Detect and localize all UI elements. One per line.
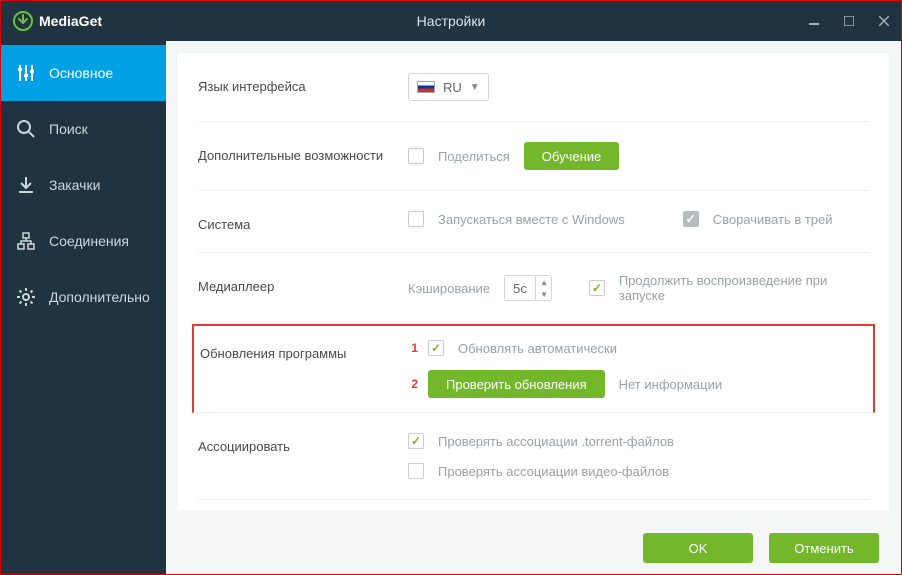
tutorial-button[interactable]: Обучение (524, 142, 619, 170)
sidebar: Основное Поиск Закачки Соединения (1, 41, 166, 574)
section-import: Импортировать из uTorrent (198, 500, 869, 510)
gear-icon (15, 286, 37, 308)
sidebar-item-advanced[interactable]: Дополнительно (1, 269, 166, 325)
ok-button[interactable]: OK (643, 533, 753, 563)
window-controls (796, 1, 901, 41)
content: Язык интерфейса RU ▼ Дополнительные возм… (178, 53, 889, 510)
section-system: Система Запускаться вместе с Windows Сво… (198, 191, 869, 253)
auto-update-checkbox[interactable] (428, 340, 444, 356)
section-extras: Дополнительные возможности Поделиться Об… (198, 122, 869, 191)
network-icon (15, 230, 37, 252)
main: Язык интерфейса RU ▼ Дополнительные возм… (166, 41, 901, 574)
video-assoc-checkbox[interactable] (408, 463, 424, 479)
section-player: Медиаплеер Кэширование ▲ ▼ (198, 253, 869, 324)
sliders-icon (15, 62, 37, 84)
sidebar-item-label: Соединения (49, 233, 129, 249)
sidebar-item-label: Дополнительно (49, 289, 150, 305)
download-icon (15, 174, 37, 196)
app-name: MediaGet (39, 13, 102, 29)
spinner-down-icon[interactable]: ▼ (536, 288, 552, 300)
sidebar-item-search[interactable]: Поиск (1, 101, 166, 157)
section-title: Дополнительные возможности (198, 142, 408, 170)
update-status: Нет информации (619, 377, 723, 392)
footer: OK Отменить (166, 522, 901, 574)
torrent-assoc-label[interactable]: Проверять ассоциации .torrent-файлов (438, 434, 674, 449)
minimize-icon (809, 16, 819, 26)
maximize-button[interactable] (831, 1, 866, 41)
start-with-windows-checkbox[interactable] (408, 211, 424, 227)
section-language: Язык интерфейса RU ▼ (198, 53, 869, 122)
annotation-2: 2 (404, 377, 418, 391)
app-logo: MediaGet (13, 11, 102, 31)
share-label[interactable]: Поделиться (438, 149, 510, 164)
sidebar-item-general[interactable]: Основное (1, 45, 166, 101)
sidebar-item-label: Поиск (49, 121, 88, 137)
minimize-tray-checkbox[interactable] (683, 211, 699, 227)
close-button[interactable] (866, 1, 901, 41)
sidebar-item-label: Закачки (49, 177, 100, 193)
section-updates: Обновления программы 1 Обновлять автомат… (192, 324, 875, 413)
auto-update-label[interactable]: Обновлять автоматически (458, 341, 617, 356)
section-title: Медиаплеер (198, 273, 408, 303)
share-checkbox[interactable] (408, 148, 424, 164)
search-icon (15, 118, 37, 140)
maximize-icon (844, 16, 854, 26)
body: Основное Поиск Закачки Соединения (1, 41, 901, 574)
window-title: Настройки (417, 13, 486, 29)
minimize-button[interactable] (796, 1, 831, 41)
section-title: Ассоциировать (198, 433, 408, 479)
section-associations: Ассоциировать Проверять ассоциации .torr… (198, 413, 869, 500)
settings-window: MediaGet Настройки Основное Поиск (0, 0, 902, 575)
section-title: Система (198, 211, 408, 232)
sidebar-item-connections[interactable]: Соединения (1, 213, 166, 269)
sidebar-item-downloads[interactable]: Закачки (1, 157, 166, 213)
cache-input[interactable] (505, 276, 535, 300)
resume-playback-checkbox[interactable] (589, 280, 605, 296)
section-title: Обновления программы (194, 340, 404, 398)
cache-spinner[interactable]: ▲ ▼ (504, 275, 552, 301)
sidebar-item-label: Основное (49, 65, 113, 81)
flag-ru-icon (417, 81, 435, 93)
cancel-button[interactable]: Отменить (769, 533, 879, 563)
resume-playback-label[interactable]: Продолжить воспроизведение при запуске (619, 273, 869, 303)
close-icon (879, 16, 889, 26)
annotation-1: 1 (404, 341, 418, 355)
video-assoc-label[interactable]: Проверять ассоциации видео-файлов (438, 464, 669, 479)
start-with-windows-label[interactable]: Запускаться вместе с Windows (438, 212, 625, 227)
minimize-tray-label[interactable]: Сворачивать в трей (713, 212, 833, 227)
torrent-assoc-checkbox[interactable] (408, 433, 424, 449)
check-updates-button[interactable]: Проверить обновления (428, 370, 605, 398)
language-value: RU (443, 80, 462, 95)
chevron-down-icon: ▼ (470, 82, 480, 93)
titlebar: MediaGet Настройки (1, 1, 901, 41)
cache-label: Кэширование (408, 281, 490, 296)
app-logo-icon (13, 11, 33, 31)
spinner-up-icon[interactable]: ▲ (536, 276, 552, 288)
language-select[interactable]: RU ▼ (408, 73, 489, 101)
section-title: Язык интерфейса (198, 73, 408, 101)
